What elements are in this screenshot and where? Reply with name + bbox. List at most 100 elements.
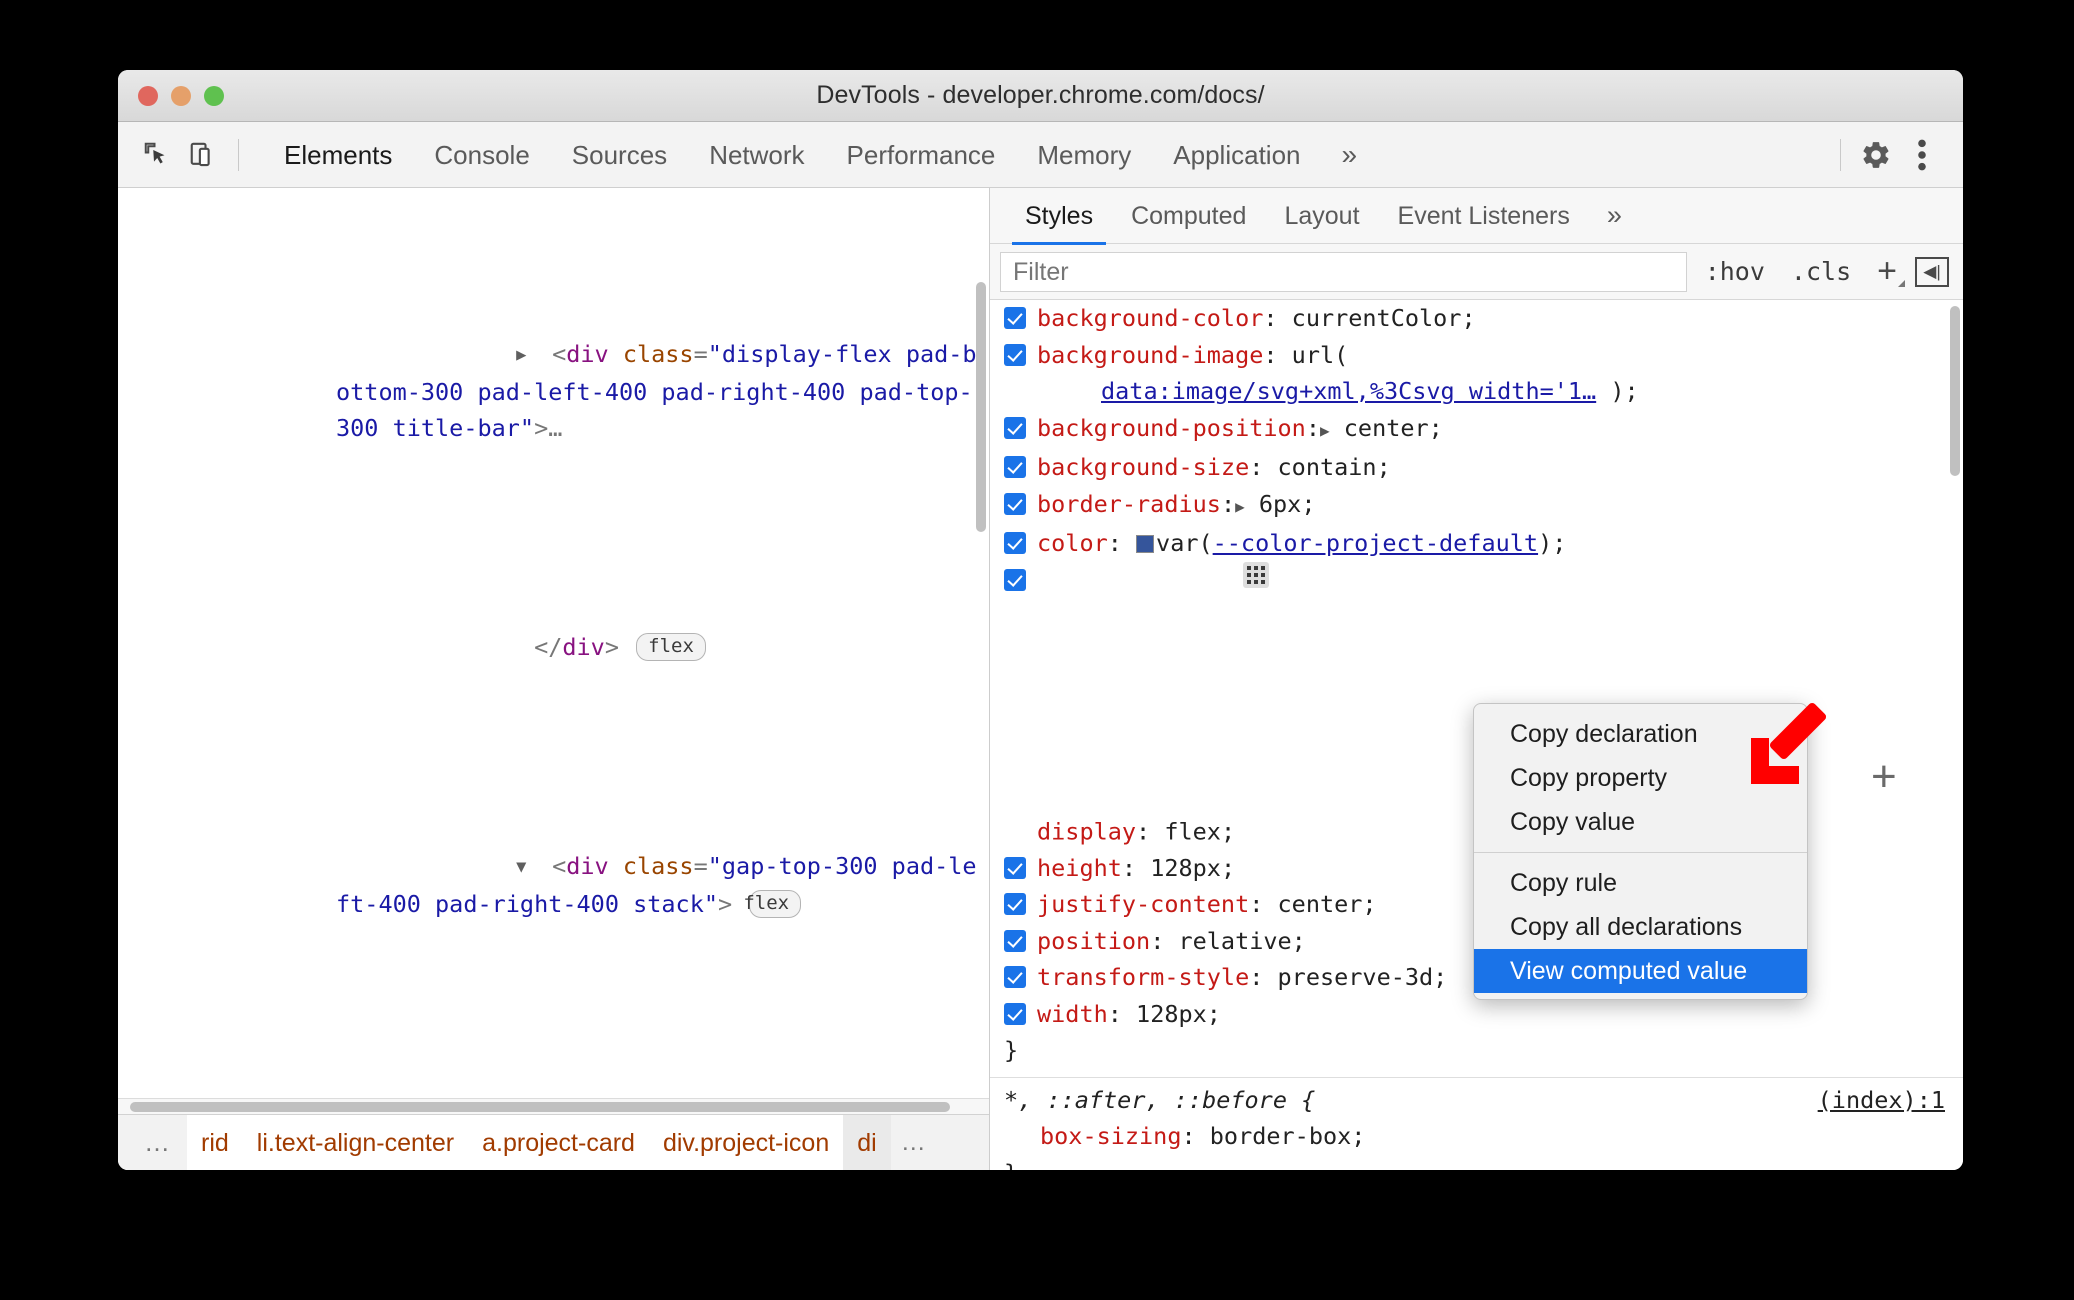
toolbar-divider (238, 138, 239, 171)
inspect-cursor-icon[interactable] (134, 132, 180, 178)
dom-line[interactable]: <h2 class="color-secondary-text type--ey… (118, 1068, 989, 1098)
tab-layout[interactable]: Layout (1265, 188, 1378, 244)
collapse-arrow-icon[interactable]: ▼ (516, 849, 552, 886)
declaration-value[interactable]: 128px (1136, 1000, 1207, 1028)
declaration-value[interactable]: preserve-3d; (1278, 963, 1448, 991)
declaration-value[interactable]: url( (1292, 341, 1349, 369)
devtools-body: ▶ <div class="display-flex pad-bottom-300… (118, 188, 1963, 1170)
breadcrumb-item-selected[interactable]: di (843, 1115, 891, 1170)
dom-line[interactable]: ▶ <div class="display-flex pad-bottom-300… (118, 300, 989, 484)
declaration-checkbox[interactable] (1004, 1002, 1026, 1025)
breadcrumb-item-a[interactable]: a.project-card (468, 1115, 649, 1170)
tab-styles[interactable]: Styles (1006, 188, 1112, 245)
declaration-value[interactable]: 6px (1259, 490, 1301, 518)
data-url-link[interactable]: data:image/svg+xml,%3Csvg width='1… (1101, 377, 1596, 405)
gear-icon[interactable] (1853, 132, 1899, 178)
tab-memory[interactable]: Memory (1016, 122, 1152, 188)
declaration-property: color (1037, 529, 1108, 557)
hov-toggle-button[interactable]: :hov (1697, 257, 1773, 286)
dom-horizontal-scroll-thumb[interactable] (130, 1102, 950, 1112)
menu-item-copy-all-declarations[interactable]: Copy all declarations (1474, 905, 1807, 949)
flexbox-editor-icon[interactable] (1243, 561, 1270, 588)
declaration-background-image[interactable]: background-image: url(data:image/svg+xml… (1004, 337, 1963, 410)
kebab-menu-icon[interactable] (1899, 132, 1945, 178)
declaration-checkbox[interactable] (1004, 532, 1026, 554)
tab-application[interactable]: Application (1152, 122, 1321, 188)
breadcrumb-overflow-right-icon[interactable]: … (891, 1128, 939, 1157)
declaration-background-position[interactable]: background-position:▶ center; (1004, 410, 1963, 450)
declaration-checkbox[interactable] (1004, 456, 1026, 478)
dom-vertical-scroll-thumb[interactable] (976, 282, 986, 532)
expand-shorthand-icon[interactable]: ▶ (1320, 421, 1330, 440)
styles-pane-tabs: Styles Computed Layout Event Listeners » (990, 188, 1963, 245)
styles-more-tabs-icon[interactable]: » (1589, 200, 1640, 231)
tab-event-listeners[interactable]: Event Listeners (1379, 188, 1589, 244)
expand-shorthand-icon[interactable]: ▶ (1235, 497, 1245, 516)
dom-line[interactable]: ▼ <div class="gap-top-300 pad-left-400 pa… (118, 812, 989, 959)
more-tabs-icon[interactable]: » (1322, 139, 1378, 171)
tab-console[interactable]: Console (413, 122, 550, 188)
tab-computed[interactable]: Computed (1112, 188, 1265, 244)
declaration-value[interactable]: flex (1164, 817, 1221, 845)
rule-declaration[interactable]: box-sizing: border-box; (1004, 1118, 1945, 1155)
menu-item-copy-value[interactable]: Copy value (1474, 800, 1807, 844)
declaration-checkbox[interactable] (1004, 492, 1026, 515)
dom-horizontal-scrollbar[interactable] (118, 1098, 989, 1114)
dom-vertical-scrollbar[interactable] (976, 192, 986, 1094)
declaration-checkbox[interactable] (1004, 856, 1026, 879)
declaration-width[interactable]: width: 128px; (1004, 996, 1963, 1033)
flex-badge[interactable]: flex (743, 889, 802, 918)
tab-sources[interactable]: Sources (551, 122, 688, 188)
rule-closing-brace: } (1004, 1155, 1945, 1171)
plus-icon[interactable]: + (1869, 252, 1905, 291)
toggle-panel-icon[interactable]: ◀| (1915, 256, 1949, 287)
declaration-checkbox[interactable] (1004, 416, 1026, 439)
filter-input[interactable]: Filter (1000, 251, 1687, 292)
declaration-value[interactable]: center; (1278, 890, 1377, 918)
tab-network[interactable]: Network (688, 122, 825, 188)
rule-closing-brace: } (1004, 1036, 1019, 1064)
declaration-property: border-radius (1037, 489, 1221, 518)
declaration-background-size[interactable]: background-size: contain; (1004, 449, 1963, 486)
flex-badge[interactable]: flex (636, 633, 706, 661)
declaration-checkbox[interactable] (1004, 307, 1026, 329)
cls-toggle-button[interactable]: .cls (1783, 257, 1859, 286)
declaration-value[interactable]: border-box; (1210, 1122, 1366, 1150)
dom-tree-scroll-area[interactable]: ▶ <div class="display-flex pad-bottom-300… (118, 188, 989, 1098)
menu-item-view-computed-value[interactable]: View computed value (1474, 949, 1807, 993)
dom-tree-code: ▶ <div class="display-flex pad-bottom-300… (118, 190, 989, 1098)
breadcrumb-item-li[interactable]: li.text-align-center (242, 1115, 469, 1170)
declaration-border-radius[interactable]: border-radius:▶ 6px; (1004, 486, 1963, 526)
breadcrumb-item-grid[interactable]: rid (187, 1115, 243, 1170)
declaration-value[interactable]: currentColor (1292, 304, 1462, 332)
declaration-value[interactable]: center (1344, 414, 1429, 442)
styles-vertical-scroll-thumb[interactable] (1950, 306, 1960, 476)
menu-item-copy-rule[interactable]: Copy rule (1474, 861, 1807, 905)
declaration-checkbox[interactable] (1004, 343, 1026, 366)
declaration-checkbox[interactable] (1004, 893, 1026, 915)
declaration-checkbox[interactable] (1004, 568, 1026, 591)
declaration-color[interactable]: color: var(--color-project-default); (1004, 525, 1963, 562)
breadcrumb-item-div-icon[interactable]: div.project-icon (648, 1115, 844, 1170)
declaration-background-color[interactable]: background-color: currentColor; (1004, 300, 1963, 337)
declaration-checkbox[interactable] (1004, 966, 1026, 988)
styles-filter-row: Filter :hov .cls + ◀| (990, 244, 1963, 300)
declaration-value[interactable]: contain (1278, 453, 1377, 481)
declaration-value[interactable]: relative (1178, 927, 1291, 955)
breadcrumb-overflow-icon[interactable]: … (130, 1127, 187, 1158)
expand-arrow-icon[interactable]: ▶ (516, 337, 552, 374)
declaration-property: background-size (1037, 453, 1250, 481)
declaration-checkbox[interactable] (1004, 929, 1026, 952)
rule-selector[interactable]: *, ::after, ::before { (1004, 1082, 1315, 1119)
declaration-value[interactable]: 128px (1150, 854, 1221, 882)
device-toolbar-icon[interactable] (180, 132, 226, 178)
devtools-window: DevTools - developer.chrome.com/docs/ El… (118, 70, 1963, 1170)
rule-source-link[interactable]: (index):1 (1818, 1082, 1945, 1119)
css-variable-link[interactable]: --color-project-default (1213, 529, 1538, 557)
add-declaration-plus-icon[interactable]: + (1871, 755, 1897, 799)
tab-performance[interactable]: Performance (826, 122, 1017, 188)
dom-line[interactable]: </div> flex (118, 593, 989, 703)
tab-elements[interactable]: Elements (263, 122, 413, 188)
toolbar-divider-right (1840, 138, 1841, 171)
color-swatch-icon[interactable] (1136, 535, 1155, 553)
